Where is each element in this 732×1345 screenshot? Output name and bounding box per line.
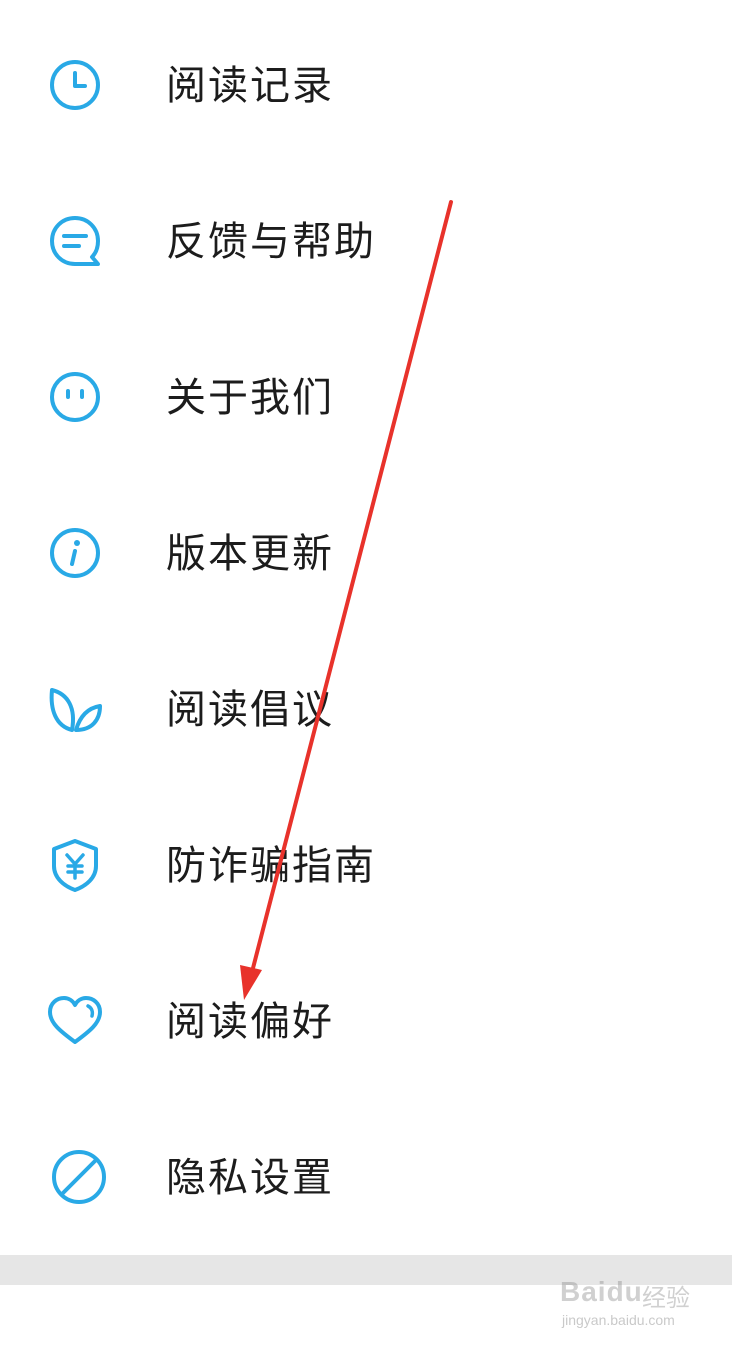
- menu-item-label: 阅读倡议: [166, 687, 334, 733]
- menu-item-about-us[interactable]: 关于我们: [0, 320, 732, 476]
- info-icon: [46, 524, 104, 582]
- menu-item-feedback-help[interactable]: 反馈与帮助: [0, 164, 732, 320]
- menu-item-anti-fraud-guide[interactable]: 防诈骗指南: [0, 788, 732, 944]
- menu-item-label: 阅读记录: [166, 63, 334, 109]
- heart-icon: [46, 992, 104, 1050]
- clock-icon: [46, 56, 104, 114]
- menu-item-label: 版本更新: [166, 531, 334, 577]
- forbidden-circle-icon: [50, 1148, 108, 1206]
- chat-bubble-icon: [46, 212, 104, 270]
- bottom-divider-bar: [0, 1255, 732, 1285]
- menu-item-label: 反馈与帮助: [166, 219, 376, 265]
- leaf-icon: [46, 680, 104, 738]
- watermark-url: jingyan.baidu.com: [562, 1312, 675, 1328]
- menu-item-label: 关于我们: [166, 375, 334, 421]
- smiley-face-icon: [46, 368, 104, 426]
- menu-item-reading-preference[interactable]: 阅读偏好: [0, 944, 732, 1100]
- menu-item-label: 阅读偏好: [166, 999, 334, 1045]
- menu-item-version-update[interactable]: 版本更新: [0, 476, 732, 632]
- menu-item-reading-initiative[interactable]: 阅读倡议: [0, 632, 732, 788]
- menu-item-label: 隐私设置: [166, 1155, 334, 1201]
- menu-item-privacy-settings[interactable]: 隐私设置: [0, 1100, 732, 1256]
- menu-item-reading-history[interactable]: 阅读记录: [0, 8, 732, 164]
- shield-yen-icon: [46, 836, 104, 894]
- menu-item-label: 防诈骗指南: [166, 843, 376, 889]
